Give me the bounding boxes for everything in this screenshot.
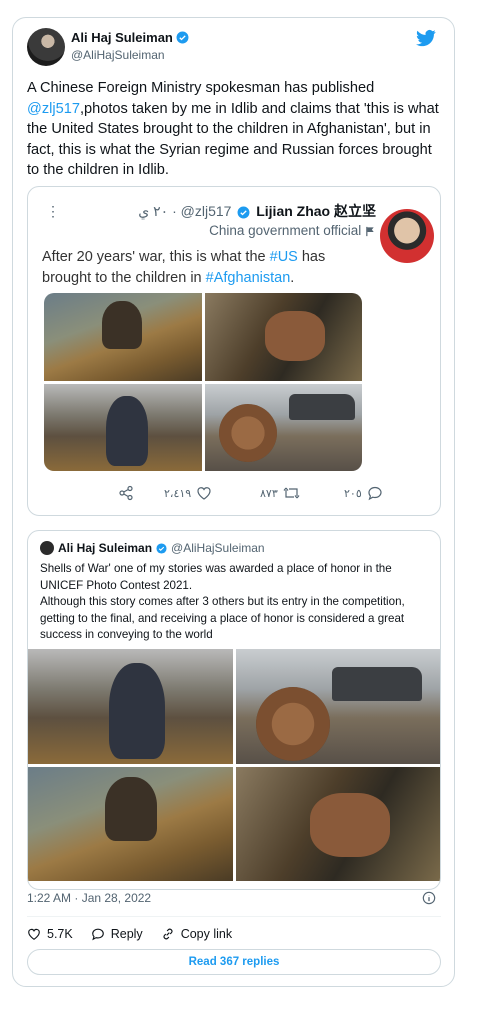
- tweet-text: A Chinese Foreign Ministry spokesman has…: [27, 78, 445, 181]
- twitter-bird-icon[interactable]: [415, 28, 437, 48]
- reply-icon: [91, 928, 104, 941]
- photo-hands-bullets[interactable]: [235, 766, 440, 881]
- reply-label: Reply: [110, 927, 143, 941]
- author-block: Ali Haj Suleiman @AliHajSuleiman: [71, 30, 189, 62]
- quote2-photo-grid: [28, 649, 440, 881]
- photo-figure: [264, 311, 325, 361]
- quoted-tweet[interactable]: Ali Haj Suleiman @AliHajSuleiman Shells …: [27, 530, 441, 890]
- quote1-name: Lijian Zhao 赵立坚: [256, 203, 376, 219]
- photo-car: [288, 393, 355, 420]
- quoted-tweet-screenshot[interactable]: ⋮ ٢٠ ي · @zlj517 Lijian Zhao 赵立坚 China g…: [27, 186, 441, 516]
- quote1-share: [118, 485, 134, 501]
- photo-wheel: [204, 383, 362, 471]
- photo-boy[interactable]: [28, 649, 233, 764]
- heart-icon: [28, 928, 40, 940]
- photo-hands-bullets: [204, 293, 362, 381]
- author-name-row[interactable]: Ali Haj Suleiman: [71, 30, 189, 45]
- quote2-header: Ali Haj Suleiman @AliHajSuleiman: [40, 541, 265, 555]
- photo-car: [331, 667, 422, 701]
- quote2-name: Ali Haj Suleiman: [58, 541, 153, 555]
- quote1-text-part: .: [290, 270, 295, 286]
- quote1-likes: ٢،٤١٩: [164, 485, 212, 501]
- quote2-text: Shells of War' one of my stories was awa…: [40, 561, 435, 644]
- share-icon: [119, 485, 133, 501]
- divider: [27, 916, 441, 917]
- tweet-timestamp[interactable]: 1:22 AM · Jan 28, 2022: [27, 891, 151, 905]
- verified-icon: [176, 31, 189, 44]
- quote1-subtitle-row: China government official: [209, 223, 376, 238]
- tweet-actions: 5.7K Reply Copy link: [27, 924, 232, 944]
- photo-man-shells[interactable]: [28, 766, 233, 881]
- quote1-text-part: After 20 years' war, this is what the: [42, 249, 270, 265]
- retweet-icon: [283, 487, 300, 499]
- verified-icon: [156, 542, 167, 554]
- read-replies-button[interactable]: Read 367 replies: [27, 949, 441, 975]
- heart-icon: [197, 487, 211, 500]
- quote1-handle: @zlj517: [180, 203, 232, 219]
- author-handle[interactable]: @AliHajSuleiman: [71, 48, 189, 62]
- photo-man-shells: [44, 293, 202, 381]
- photo-wheel[interactable]: [235, 649, 440, 764]
- like-button[interactable]: 5.7K: [27, 924, 73, 944]
- tweet-text-part: A Chinese Foreign Ministry spokesman has…: [27, 80, 375, 96]
- verified-icon: [237, 206, 250, 219]
- more-dots-icon: ⋮: [46, 203, 60, 219]
- copy-link-button[interactable]: Copy link: [161, 924, 232, 944]
- quote1-retweets: ٨٧٣: [260, 485, 300, 501]
- quote1-replies-count: ٢٠٥: [344, 487, 362, 500]
- photo-figure: [106, 395, 148, 466]
- info-icon[interactable]: [422, 891, 436, 905]
- quote1-text: After 20 years' war, this is what the #U…: [42, 247, 372, 289]
- like-count: 5.7K: [47, 927, 73, 941]
- quote1-retweets-count: ٨٧٣: [260, 487, 278, 500]
- tweet-text-part: ,photos taken by me in Idlib and claims …: [27, 100, 439, 179]
- quote1-meta: ٢٠ ي · @zlj517 Lijian Zhao 赵立坚: [138, 203, 376, 219]
- quote1-replies: ٢٠٥: [344, 485, 383, 501]
- quote1-subtitle: China government official: [209, 223, 362, 238]
- photo-figure: [105, 776, 157, 841]
- quote1-actions: ٢،٤١٩ ٨٧٣ ٢٠٥: [118, 485, 384, 505]
- quote1-time: ٢٠ ي: [138, 203, 169, 219]
- quote1-likes-count: ٢،٤١٩: [164, 487, 192, 500]
- quote1-avatar: [380, 209, 434, 263]
- photo-disc: [218, 403, 277, 462]
- tweet-card: Ali Haj Suleiman @AliHajSuleiman A Chine…: [12, 17, 455, 987]
- hashtag-us: #US: [269, 249, 298, 265]
- mention-link[interactable]: @zlj517: [27, 101, 80, 117]
- quote2-avatar: [40, 541, 54, 555]
- quote2-text-line: Although this story comes after 3 others…: [40, 595, 405, 641]
- avatar[interactable]: [27, 28, 65, 66]
- author-name[interactable]: Ali Haj Suleiman: [71, 30, 173, 45]
- photo-boy: [44, 383, 202, 471]
- hashtag-afghanistan: #Afghanistan: [205, 270, 291, 286]
- reply-button[interactable]: Reply: [91, 924, 143, 944]
- flag-icon: [366, 226, 374, 237]
- photo-figure: [309, 792, 390, 857]
- link-icon: [163, 928, 173, 940]
- reply-icon: [368, 486, 382, 501]
- tweet-header: Ali Haj Suleiman @AliHajSuleiman: [27, 28, 437, 68]
- quote2-text-line: Shells of War' one of my stories was awa…: [40, 562, 392, 592]
- photo-disc: [255, 687, 330, 761]
- copy-link-label: Copy link: [180, 927, 233, 941]
- quote1-photo-grid: [44, 293, 362, 471]
- photo-figure: [102, 301, 142, 349]
- quote2-handle: @AliHajSuleiman: [171, 541, 265, 555]
- photo-figure: [109, 663, 165, 759]
